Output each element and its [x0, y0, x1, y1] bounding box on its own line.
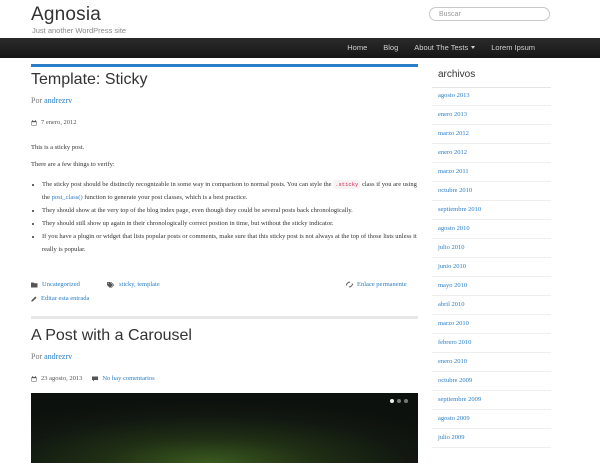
archive-link[interactable]: enero 2012 [438, 149, 467, 156]
list-item: agosto 2010 [432, 220, 551, 239]
site-title[interactable]: Agnosia [31, 4, 101, 26]
archive-link[interactable]: febrero 2010 [438, 339, 471, 346]
archive-link[interactable]: julio 2010 [438, 244, 465, 251]
list-item: agosto 2009 [432, 410, 551, 429]
list-item: marzo 2011 [432, 163, 551, 182]
byline-prefix: Por [31, 352, 43, 361]
archive-link[interactable]: octubre 2010 [438, 187, 472, 194]
archive-link[interactable]: agosto 2013 [438, 92, 470, 99]
archive-link[interactable]: junio 2010 [438, 263, 466, 270]
post-meta: 23 agosto, 2013 No hay comentarios [31, 375, 155, 382]
nav-item-about-the-tests[interactable]: About The Tests [406, 38, 483, 58]
post-date: 7 enero, 2012 [31, 119, 77, 126]
edit-post-link[interactable]: Editar esta entrada [41, 295, 89, 302]
nav-item-home[interactable]: Home [339, 38, 375, 58]
carousel-indicator[interactable] [390, 399, 394, 403]
calendar-icon [31, 119, 37, 125]
tags-icon [107, 281, 115, 288]
archive-link[interactable]: agosto 2009 [438, 415, 470, 422]
post-tags: sticky, template [107, 281, 160, 288]
post-date-text: 7 enero, 2012 [41, 119, 77, 126]
archive-link[interactable]: marzo 2010 [438, 320, 469, 327]
archive-link[interactable]: enero 2013 [438, 111, 467, 118]
site-tagline: Just another WordPress site [32, 26, 127, 35]
list-item: agosto 2013 [432, 87, 551, 106]
archive-link[interactable]: septiembre 2010 [438, 206, 481, 213]
carousel-indicator[interactable] [404, 399, 408, 403]
post-edit: Editar esta entrada [31, 295, 89, 302]
search-input[interactable] [429, 7, 550, 21]
post-bullet-list: The sticky post should be distinctly rec… [31, 178, 420, 256]
list-item: If you have a plugin or widget that list… [42, 230, 420, 256]
archive-link[interactable]: mayo 2010 [438, 282, 467, 289]
nav-item-blog[interactable]: Blog [375, 38, 406, 58]
image-carousel[interactable] [31, 393, 418, 463]
archives-list: agosto 2013 enero 2013 marzo 2012 enero … [432, 87, 551, 448]
permalink-link[interactable]: Enlace permanente [357, 281, 407, 288]
list-item: marzo 2010 [432, 315, 551, 334]
bullet-text: The sticky post should be distinctly rec… [42, 181, 332, 188]
list-item: enero 2010 [432, 353, 551, 372]
post-class-link[interactable]: post_class() [52, 194, 83, 201]
post-separator [31, 316, 418, 319]
main-menu: Home Blog About The Tests Lorem Ipsum [339, 38, 543, 58]
list-item: septiembre 2009 [432, 391, 551, 410]
list-item: julio 2010 [432, 239, 551, 258]
list-item: octubre 2009 [432, 372, 551, 391]
post-title[interactable]: Template: Sticky [31, 71, 147, 89]
pencil-icon [31, 296, 37, 302]
post-paragraph: There are a few things to verify: [31, 161, 115, 168]
post-permalink: Enlace permanente [346, 281, 407, 288]
nav-item-label: About The Tests [414, 43, 469, 52]
post-categories: Uncategorized [31, 281, 80, 288]
carousel-indicator[interactable] [397, 399, 401, 403]
author-link[interactable]: andrezrv [44, 352, 72, 361]
caret-down-icon [471, 46, 476, 49]
list-item: enero 2013 [432, 106, 551, 125]
site-header: Agnosia Just another WordPress site [0, 0, 600, 38]
nav-item-lorem-ipsum[interactable]: Lorem Ipsum [483, 38, 543, 58]
carousel-indicators [390, 399, 408, 403]
archive-link[interactable]: octubre 2009 [438, 377, 472, 384]
folder-icon [31, 282, 38, 287]
archives-heading: archivos [438, 69, 476, 80]
list-item: septiembre 2010 [432, 201, 551, 220]
list-item: The sticky post should be distinctly rec… [42, 178, 420, 204]
comments-link[interactable]: No hay comentarios [102, 375, 154, 382]
list-item: octubre 2010 [432, 182, 551, 201]
calendar-icon [31, 375, 37, 381]
list-item: They should still show up again in their… [42, 217, 420, 230]
archive-link[interactable]: marzo 2012 [438, 130, 469, 137]
archive-link[interactable]: abril 2010 [438, 301, 465, 308]
archive-link[interactable]: enero 2010 [438, 358, 467, 365]
archive-link[interactable]: julio 2009 [438, 434, 465, 441]
post-byline: Por andrezrv [31, 96, 72, 105]
main-navbar: Home Blog About The Tests Lorem Ipsum [0, 38, 600, 58]
post-date-text: 23 agosto, 2013 [41, 375, 83, 382]
list-item: marzo 2012 [432, 125, 551, 144]
list-item: mayo 2010 [432, 277, 551, 296]
post-accent-line [31, 64, 418, 67]
link-icon [346, 281, 353, 288]
bullet-text: class if [361, 181, 381, 188]
archive-link[interactable]: marzo 2011 [438, 168, 469, 175]
bullet-text: function to generate your post classes, … [84, 194, 248, 201]
comment-icon [92, 376, 99, 381]
post-paragraph: This is a sticky post. [31, 144, 85, 151]
list-item: enero 2012 [432, 144, 551, 163]
category-link[interactable]: Uncategorized [42, 281, 80, 288]
list-item: junio 2010 [432, 258, 551, 277]
list-item: febrero 2010 [432, 334, 551, 353]
list-item: julio 2009 [432, 429, 551, 448]
byline-prefix: Por [31, 96, 43, 105]
post-title[interactable]: A Post with a Carousel [31, 327, 192, 345]
inline-code: .sticky [333, 180, 361, 189]
archive-link[interactable]: agosto 2010 [438, 225, 470, 232]
author-link[interactable]: andrezrv [44, 96, 72, 105]
list-item: They should show at the very top of the … [42, 204, 420, 217]
tags-link[interactable]: sticky, template [119, 281, 160, 288]
post-byline: Por andrezrv [31, 352, 72, 361]
list-item: abril 2010 [432, 296, 551, 315]
archive-link[interactable]: septiembre 2009 [438, 396, 481, 403]
